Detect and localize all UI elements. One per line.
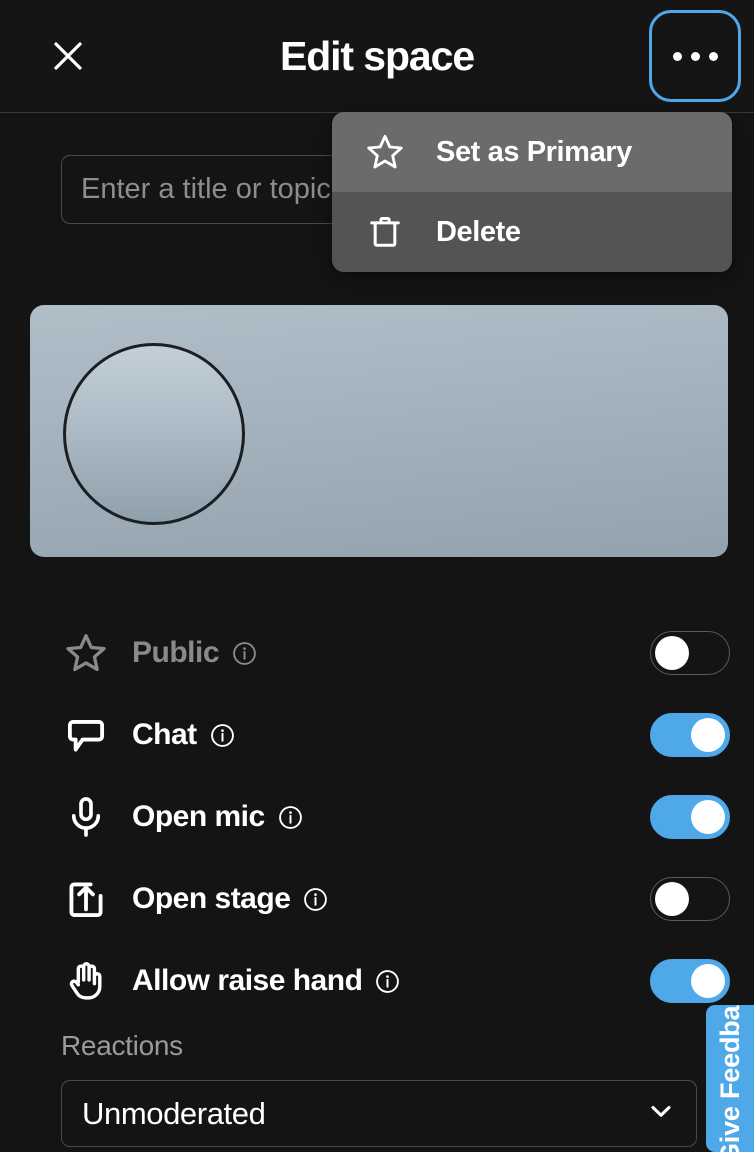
setting-label: Allow raise hand [132,964,363,997]
overflow-menu-button[interactable] [649,10,741,102]
trash-icon [364,211,406,253]
toggle-knob [691,800,725,834]
give-feedback-label: Give Feedback [714,1005,745,1152]
setting-label: Open mic [132,800,265,833]
toggle-knob [655,882,689,916]
star-icon [364,131,406,173]
more-horizontal-icon-dot-1 [672,51,682,61]
setting-label: Chat [132,718,197,751]
settings-list: Public Chat Open mic Open stage Allow ra… [0,612,754,1022]
setting-label: Open stage [132,882,291,915]
info-icon[interactable] [232,641,257,666]
info-icon[interactable] [210,723,235,748]
menu-item-label: Set as Primary [436,135,632,168]
toggle-open-mic[interactable] [650,795,730,839]
chat-icon [62,711,110,759]
close-icon [51,39,85,73]
setting-row-public: Public [0,612,754,694]
more-horizontal-icon-dot-3 [708,51,718,61]
setting-row-chat: Chat [0,694,754,776]
menu-item-label: Delete [436,215,521,248]
toggle-public[interactable] [650,631,730,675]
star-icon [62,629,110,677]
chevron-down-icon [646,1096,676,1131]
give-feedback-tab[interactable]: Give Feedback [706,1005,754,1152]
avatar-placeholder-circle [63,343,245,525]
page-title: Edit space [279,33,475,79]
raise-hand-icon [62,957,110,1005]
setting-label: Public [132,636,220,669]
edit-space-screen: Edit space Set as Primary [0,0,754,1152]
reactions-selected-value: Unmoderated [82,1095,266,1131]
toggle-knob [691,718,725,752]
setting-row-open-stage: Open stage [0,858,754,940]
toggle-knob [655,636,689,670]
reactions-select[interactable]: Unmoderated [61,1080,697,1147]
info-icon[interactable] [278,805,303,830]
toggle-knob [691,964,725,998]
reactions-label: Reactions [61,1030,183,1061]
more-horizontal-icon-dot-2 [690,51,700,61]
toggle-allow-raise-hand[interactable] [650,959,730,1003]
menu-item-delete[interactable]: Delete [332,192,732,272]
space-image-banner[interactable] [30,305,728,557]
setting-row-open-mic: Open mic [0,776,754,858]
header-bar: Edit space [0,0,754,113]
info-icon[interactable] [303,887,328,912]
stage-icon [62,875,110,923]
toggle-chat[interactable] [650,713,730,757]
microphone-icon [62,793,110,841]
overflow-dropdown-menu: Set as Primary Delete [332,112,732,272]
toggle-open-stage[interactable] [650,877,730,921]
setting-row-allow-raise-hand: Allow raise hand [0,940,754,1022]
close-button[interactable] [42,30,94,82]
menu-item-set-as-primary[interactable]: Set as Primary [332,112,732,192]
info-icon[interactable] [375,969,400,994]
